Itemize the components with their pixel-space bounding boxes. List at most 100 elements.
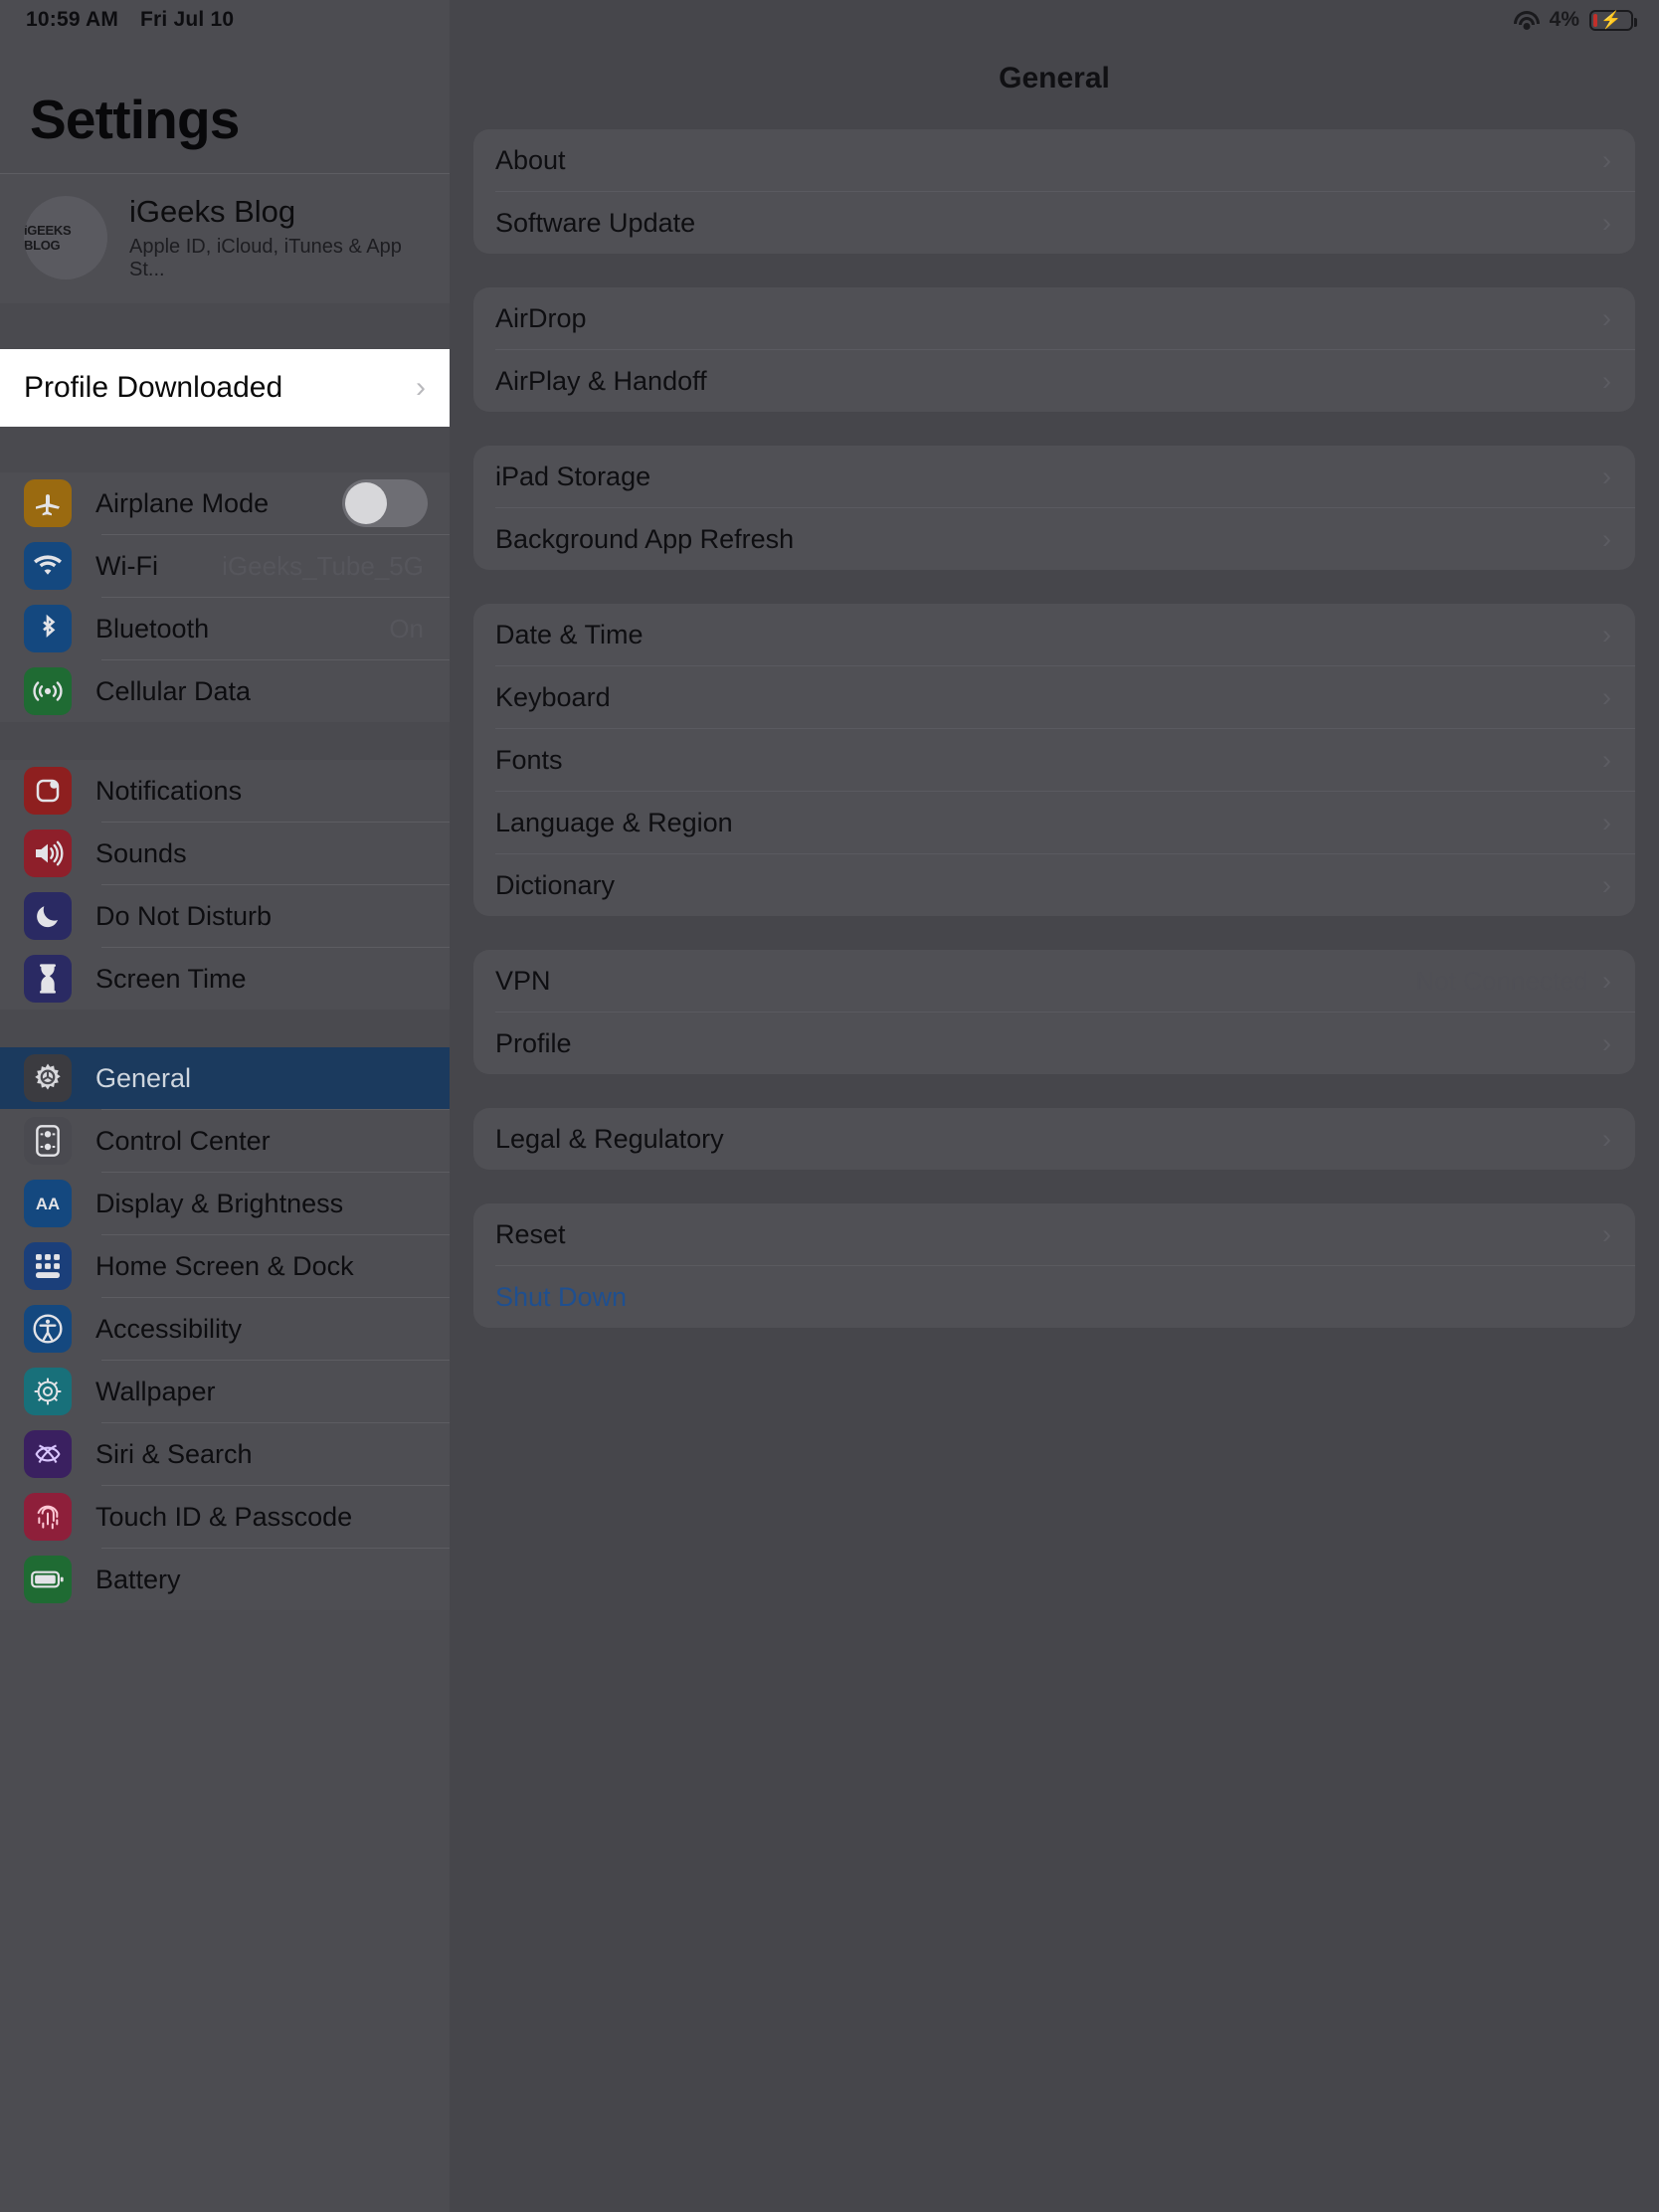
airplane-mode-toggle[interactable] — [342, 479, 428, 527]
chevron-right-icon: › — [1602, 365, 1611, 396]
general-detail-pane: General About › Software Update › AirDrop › Ai… — [450, 0, 1659, 2212]
sidebar-gap — [0, 303, 450, 349]
sidebar-groups: Airplane Mode Wi-Fi iGeeks_Tube_5G Bluetoot… — [0, 472, 450, 1610]
sidebar-item-profile-downloaded[interactable]: Profile Downloaded › — [0, 349, 450, 427]
apple-id-text: iGeeks Blog Apple ID, iCloud, iTunes & A… — [129, 194, 430, 281]
general-cards: About › Software Update › AirDrop › AirPlay & … — [450, 129, 1659, 1328]
general-row-profile[interactable]: Profile › — [473, 1013, 1635, 1074]
chevron-right-icon: › — [1602, 807, 1611, 837]
sidebar-item-value: iGeeks_Tube_5G — [222, 550, 424, 581]
profile-downloaded-label: Profile Downloaded — [24, 371, 283, 404]
touch-id-icon — [24, 1493, 72, 1541]
sidebar-group-gap — [0, 1010, 450, 1047]
general-row-airdrop[interactable]: AirDrop › — [473, 287, 1635, 349]
sidebar-item-sounds[interactable]: Sounds — [0, 823, 450, 884]
general-row-keyboard[interactable]: Keyboard › — [473, 666, 1635, 728]
sidebar-item-wallpaper[interactable]: Wallpaper — [0, 1361, 450, 1422]
settings-card-5: VPN Not Connected › Profile › — [473, 950, 1635, 1074]
general-row-label: Software Update — [495, 207, 696, 238]
sidebar-item-notifications[interactable]: Notifications — [0, 760, 450, 822]
battery-icon — [24, 1556, 72, 1603]
sidebar-item-label: Airplane Mode — [95, 487, 270, 518]
settings-sidebar: Settings iGEEKS BLOG iGeeks Blog Apple I… — [0, 0, 450, 2212]
sidebar-item-label: Notifications — [95, 775, 243, 806]
apple-id-row[interactable]: iGEEKS BLOG iGeeks Blog Apple ID, iCloud… — [0, 174, 450, 303]
sidebar-item-general[interactable]: General — [0, 1047, 450, 1109]
sidebar-item-label: Accessibility — [95, 1313, 243, 1344]
chevron-right-icon: › — [1602, 523, 1611, 554]
sidebar-item-screen-time[interactable]: Screen Time — [0, 948, 450, 1010]
sidebar-item-wi-fi[interactable]: Wi-Fi iGeeks_Tube_5G — [0, 535, 450, 597]
sidebar-item-label: Battery — [95, 1564, 181, 1594]
general-row-airplay-handoff[interactable]: AirPlay & Handoff › — [473, 350, 1635, 412]
general-row-legal-regulatory[interactable]: Legal & Regulatory › — [473, 1108, 1635, 1170]
sidebar-item-label: Wi-Fi — [95, 550, 158, 581]
sidebar-item-display-brightness[interactable]: AA Display & Brightness — [0, 1173, 450, 1234]
chevron-right-icon: › — [1602, 144, 1611, 175]
settings-card-1: About › Software Update › — [473, 129, 1635, 254]
sidebar-item-home-screen-dock[interactable]: Home Screen & Dock — [0, 1235, 450, 1297]
settings-card-6: Legal & Regulatory › — [473, 1108, 1635, 1170]
sidebar-item-accessibility[interactable]: Accessibility — [0, 1298, 450, 1360]
avatar: iGEEKS BLOG — [24, 196, 107, 279]
chevron-right-icon: › — [1602, 1123, 1611, 1154]
display-icon: AA — [24, 1180, 72, 1227]
general-row-about[interactable]: About › — [473, 129, 1635, 191]
sidebar-item-touch-id-passcode[interactable]: Touch ID & Passcode — [0, 1486, 450, 1548]
chevron-right-icon: › — [416, 371, 426, 404]
home-screen-icon — [24, 1242, 72, 1290]
general-row-software-update[interactable]: Software Update › — [473, 192, 1635, 254]
sidebar-item-do-not-disturb[interactable]: Do Not Disturb — [0, 885, 450, 947]
status-bar-right: 4% ⚡ — [1513, 8, 1637, 32]
status-time: 10:59 AM — [26, 8, 119, 31]
sidebar-item-airplane-mode[interactable]: Airplane Mode — [0, 472, 450, 534]
general-row-ipad-storage[interactable]: iPad Storage › — [473, 446, 1635, 507]
sidebar-item-siri-search[interactable]: Siri & Search — [0, 1423, 450, 1485]
sidebar-item-bluetooth[interactable]: Bluetooth On — [0, 598, 450, 659]
settings-card-7: Reset › Shut Down — [473, 1203, 1635, 1328]
general-row-date-time[interactable]: Date & Time › — [473, 604, 1635, 665]
general-row-vpn[interactable]: VPN Not Connected › — [473, 950, 1635, 1012]
status-date: Fri Jul 10 — [140, 8, 235, 31]
general-row-label: Shut Down — [495, 1281, 628, 1312]
wallpaper-icon — [24, 1368, 72, 1415]
battery-charging-icon: ⚡ — [1589, 9, 1637, 31]
sidebar-item-label: Cellular Data — [95, 675, 252, 706]
sidebar-group-gap — [0, 722, 450, 760]
general-row-label: Keyboard — [495, 681, 611, 712]
chevron-right-icon: › — [1602, 461, 1611, 491]
general-row-dictionary[interactable]: Dictionary › — [473, 854, 1635, 916]
notifications-icon — [24, 767, 72, 815]
sidebar-item-label: General — [95, 1062, 192, 1093]
moon-icon — [24, 892, 72, 940]
general-row-label: VPN — [495, 965, 551, 996]
hourglass-icon — [24, 955, 72, 1003]
sidebar-group-1: Airplane Mode Wi-Fi iGeeks_Tube_5G Bluetoot… — [0, 472, 450, 722]
chevron-right-icon: › — [1602, 619, 1611, 649]
general-row-background-app-refresh[interactable]: Background App Refresh › — [473, 508, 1635, 570]
bluetooth-icon — [24, 605, 72, 652]
sidebar-group-3: General Control Center AA Display & Brightn… — [0, 1047, 450, 1610]
chevron-right-icon: › — [1602, 1218, 1611, 1249]
apple-id-subtitle: Apple ID, iCloud, iTunes & App St... — [129, 236, 402, 280]
general-row-fonts[interactable]: Fonts › — [473, 729, 1635, 791]
chevron-right-icon: › — [1602, 744, 1611, 775]
chevron-right-icon: › — [1602, 207, 1611, 238]
sidebar-item-control-center[interactable]: Control Center — [0, 1110, 450, 1172]
sidebar-item-label: Bluetooth — [95, 613, 210, 644]
sidebar-item-label: Sounds — [95, 837, 187, 868]
detail-title: General — [999, 62, 1110, 94]
sidebar-item-cellular-data[interactable]: Cellular Data — [0, 660, 450, 722]
settings-card-3: iPad Storage › Background App Refresh › — [473, 446, 1635, 570]
sidebar-gap-2 — [0, 427, 450, 472]
siri-icon — [24, 1430, 72, 1478]
chevron-right-icon: › — [1602, 302, 1611, 333]
general-row-reset[interactable]: Reset › — [473, 1203, 1635, 1265]
sidebar-item-battery[interactable]: Battery — [0, 1549, 450, 1610]
status-bar: 10:59 AM Fri Jul 10 4% ⚡ — [0, 0, 1659, 40]
apple-id-name: iGeeks Blog — [129, 194, 296, 229]
general-row-value: Not Connected — [1415, 965, 1588, 996]
sidebar-item-value: On — [389, 613, 424, 644]
general-row-language-region[interactable]: Language & Region › — [473, 792, 1635, 853]
general-row-shut-down[interactable]: Shut Down — [473, 1266, 1635, 1328]
